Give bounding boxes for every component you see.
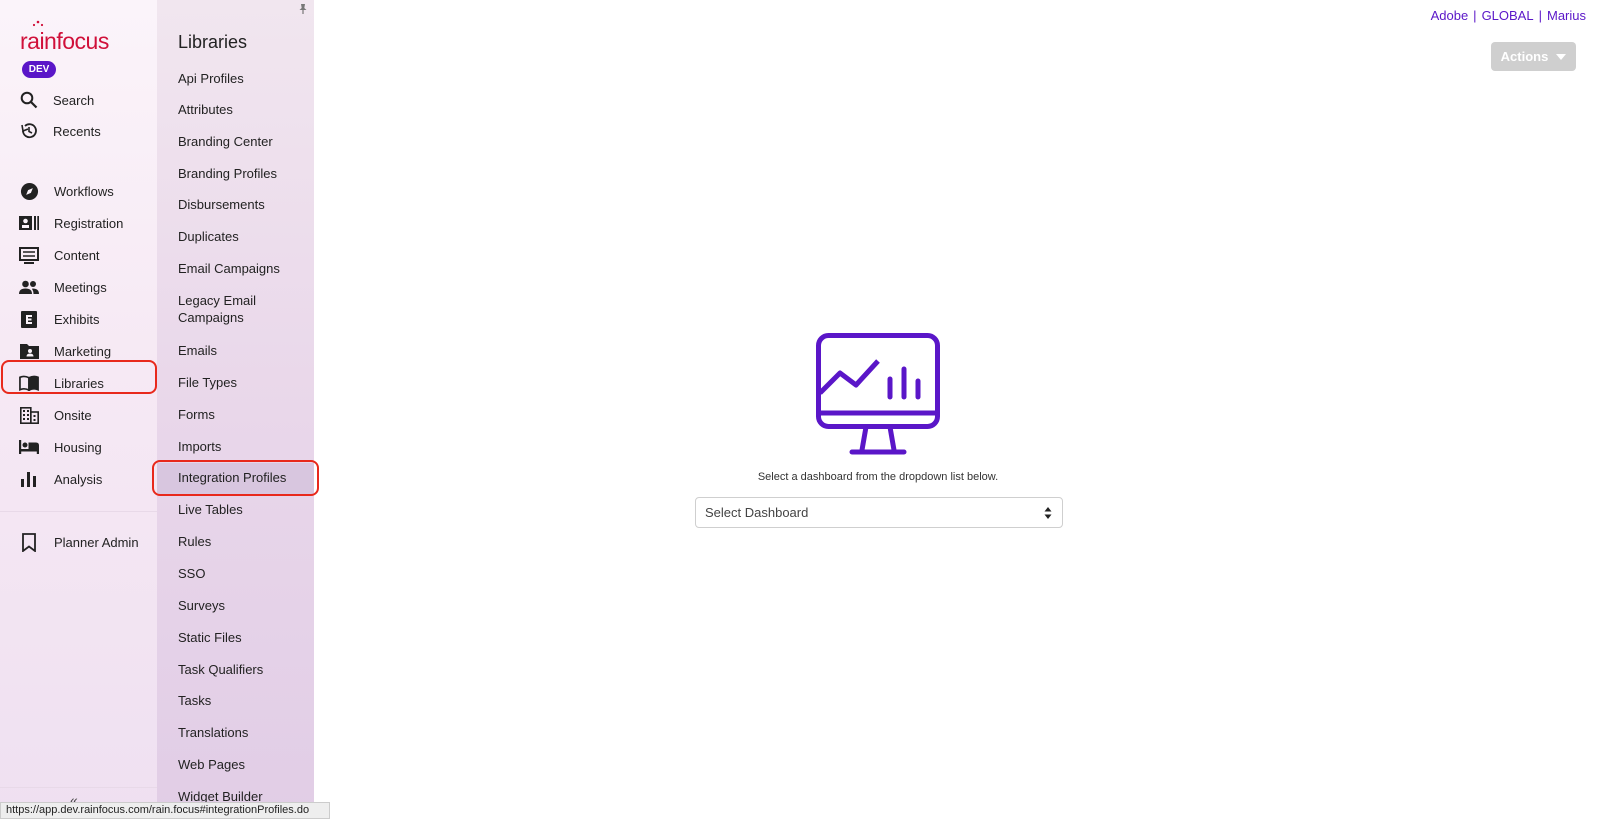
nav-search[interactable]: Search [0, 85, 157, 115]
integration-profiles-highlight-box [152, 460, 319, 496]
account-links: Adobe | GLOBAL | Marius [1431, 8, 1586, 23]
marketing-icon [19, 341, 39, 361]
logo-text: rainfocus [20, 28, 109, 54]
actions-button[interactable]: Actions [1491, 42, 1576, 71]
caret-down-icon [1556, 53, 1567, 60]
history-icon [19, 121, 39, 141]
exhibits-icon [19, 309, 39, 329]
nav-recents[interactable]: Recents [0, 116, 157, 146]
nav-meetings[interactable]: Meetings [0, 272, 157, 302]
libraries-highlight-box [1, 360, 157, 394]
nav-divider [0, 511, 157, 512]
sec-item-imports[interactable]: Imports [178, 438, 310, 455]
nav-planner-admin[interactable]: Planner Admin [0, 527, 157, 557]
sec-item-branding-center[interactable]: Branding Center [178, 133, 310, 150]
nav-housing-label: Housing [54, 439, 102, 455]
nav-analysis[interactable]: Analysis [0, 464, 157, 494]
dashboard-monitor-icon [816, 333, 940, 455]
sec-item-attributes[interactable]: Attributes [178, 101, 310, 118]
bar-chart-icon [19, 469, 39, 489]
sec-item-file-types[interactable]: File Types [178, 374, 310, 391]
rainfocus-logo[interactable]: rainfocus [20, 18, 110, 54]
sec-item-rules[interactable]: Rules [178, 533, 310, 550]
user-link[interactable]: Marius [1547, 8, 1586, 23]
nav-meetings-label: Meetings [54, 279, 107, 295]
primary-nav: rainfocus DEV Search Recents Workflows R… [0, 0, 157, 819]
env-badge: DEV [22, 61, 56, 78]
search-icon [19, 90, 39, 110]
sec-item-disbursements[interactable]: Disbursements [178, 196, 310, 213]
nav-recents-label: Recents [53, 123, 101, 139]
link-separator: | [1473, 8, 1477, 23]
nav-analysis-label: Analysis [54, 471, 103, 487]
sec-item-duplicates[interactable]: Duplicates [178, 228, 310, 245]
pin-icon[interactable] [297, 3, 309, 15]
nav-planner-admin-label: Planner Admin [54, 534, 139, 550]
nav-workflows-label: Workflows [54, 183, 114, 199]
actions-button-label: Actions [1500, 49, 1549, 64]
building-icon [19, 405, 39, 425]
sec-item-legacy-email-campaigns[interactable]: Legacy Email Campaigns [178, 292, 278, 326]
sec-item-email-campaigns[interactable]: Email Campaigns [178, 260, 310, 277]
sec-item-branding-profiles[interactable]: Branding Profiles [178, 165, 310, 182]
sec-item-sso[interactable]: SSO [178, 565, 310, 582]
nav-registration-label: Registration [54, 215, 124, 231]
nav-onsite[interactable]: Onsite [0, 400, 157, 430]
sec-item-web-pages[interactable]: Web Pages [178, 756, 310, 773]
sec-item-task-qualifiers[interactable]: Task Qualifiers [178, 661, 310, 678]
nav-housing[interactable]: Housing [0, 432, 157, 462]
secondary-nav-title: Libraries [178, 32, 248, 52]
sec-item-translations[interactable]: Translations [178, 724, 310, 741]
content-icon [19, 245, 39, 265]
sec-item-tasks[interactable]: Tasks [178, 692, 310, 709]
sec-item-api-profiles[interactable]: Api Profiles [178, 70, 310, 87]
dashboard-select-value: Select Dashboard [705, 505, 809, 520]
nav-exhibits-label: Exhibits [54, 311, 100, 327]
sec-item-forms[interactable]: Forms [178, 406, 310, 423]
id-card-icon [19, 213, 39, 233]
dashboard-select[interactable]: Select Dashboard [695, 497, 1063, 528]
select-sort-icon [1044, 507, 1052, 519]
sec-item-static-files[interactable]: Static Files [178, 629, 310, 646]
link-separator: | [1538, 8, 1542, 23]
org-link[interactable]: Adobe [1431, 8, 1469, 23]
empty-state-instruction: Select a dashboard from the dropdown lis… [757, 471, 999, 483]
bed-icon [19, 437, 39, 457]
status-bar-url: https://app.dev.rainfocus.com/rain.focus… [0, 802, 330, 819]
nav-bottom-divider [0, 787, 157, 788]
nav-exhibits[interactable]: Exhibits [0, 304, 157, 334]
sec-item-emails[interactable]: Emails [178, 342, 310, 359]
nav-search-label: Search [53, 92, 95, 108]
nav-content-label: Content [54, 247, 100, 263]
sec-item-live-tables[interactable]: Live Tables [178, 501, 310, 518]
sec-item-surveys[interactable]: Surveys [178, 597, 310, 614]
compass-icon [19, 181, 39, 201]
nav-workflows[interactable]: Workflows [0, 176, 157, 206]
people-icon [19, 277, 39, 297]
bookmark-icon [19, 532, 39, 552]
nav-content[interactable]: Content [0, 240, 157, 270]
nav-onsite-label: Onsite [54, 407, 92, 423]
scope-link[interactable]: GLOBAL [1482, 8, 1534, 23]
nav-marketing-label: Marketing [54, 343, 112, 359]
nav-registration[interactable]: Registration [0, 208, 157, 238]
